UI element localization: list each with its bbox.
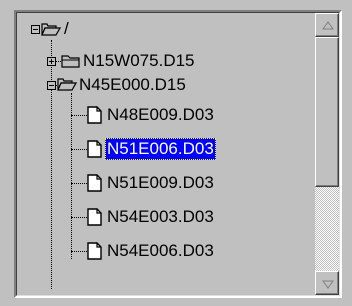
tree-node-label: N51E009.D03	[107, 173, 214, 192]
tree-node-file[interactable]: N54E003.D03	[105, 205, 216, 229]
tree-node-folder[interactable]: N15W075.D15	[81, 49, 197, 73]
tree-node-file[interactable]: N48E009.D03	[105, 103, 216, 127]
expand-toggle[interactable]	[47, 57, 56, 66]
tree-node-file[interactable]: N51E009.D03	[105, 171, 216, 195]
tree-node-label: N45E000.D15	[79, 75, 186, 94]
tree-area[interactable]: / N15W075.D15 N45E000.D15 N48E009.D03 N5…	[17, 13, 315, 295]
tree-line	[71, 93, 72, 259]
tree-line	[71, 217, 87, 218]
tree-node-file[interactable]: N54E006.D03	[105, 239, 216, 263]
file-icon	[87, 174, 102, 192]
tree-view[interactable]: / N15W075.D15 N45E000.D15 N48E009.D03 N5…	[14, 10, 342, 298]
tree-line	[51, 89, 52, 289]
file-icon	[87, 208, 102, 226]
scroll-thumb[interactable]	[315, 37, 339, 187]
scroll-up-button[interactable]	[315, 13, 339, 37]
file-icon	[87, 140, 102, 158]
tree-line	[71, 115, 87, 116]
tree-line	[71, 183, 87, 184]
arrow-up-icon	[322, 21, 334, 30]
tree-line	[71, 251, 87, 252]
tree-node-root[interactable]: /	[62, 17, 71, 41]
arrow-down-icon	[322, 280, 334, 289]
tree-node-label: N51E006.D03	[105, 138, 216, 160]
collapse-toggle[interactable]	[47, 81, 56, 90]
folder-open-icon	[41, 23, 61, 36]
tree-node-folder[interactable]: N45E000.D15	[77, 73, 188, 97]
tree-node-label: N54E006.D03	[107, 241, 214, 260]
tree-node-label: /	[64, 19, 69, 38]
tree-node-label: N48E009.D03	[107, 105, 214, 124]
collapse-toggle[interactable]	[31, 25, 40, 34]
tree-node-label: N54E003.D03	[107, 207, 214, 226]
file-icon	[87, 242, 102, 260]
file-icon	[87, 106, 102, 124]
folder-closed-icon	[61, 55, 80, 68]
tree-node-file-selected[interactable]: N51E006.D03	[105, 137, 216, 161]
tree-view-inner: / N15W075.D15 N45E000.D15 N48E009.D03 N5…	[16, 12, 340, 296]
folder-open-icon	[57, 78, 77, 91]
tree-line	[71, 149, 87, 150]
tree-node-label: N15W075.D15	[83, 51, 195, 70]
scroll-down-button[interactable]	[315, 271, 339, 295]
vertical-scrollbar[interactable]	[315, 13, 339, 295]
